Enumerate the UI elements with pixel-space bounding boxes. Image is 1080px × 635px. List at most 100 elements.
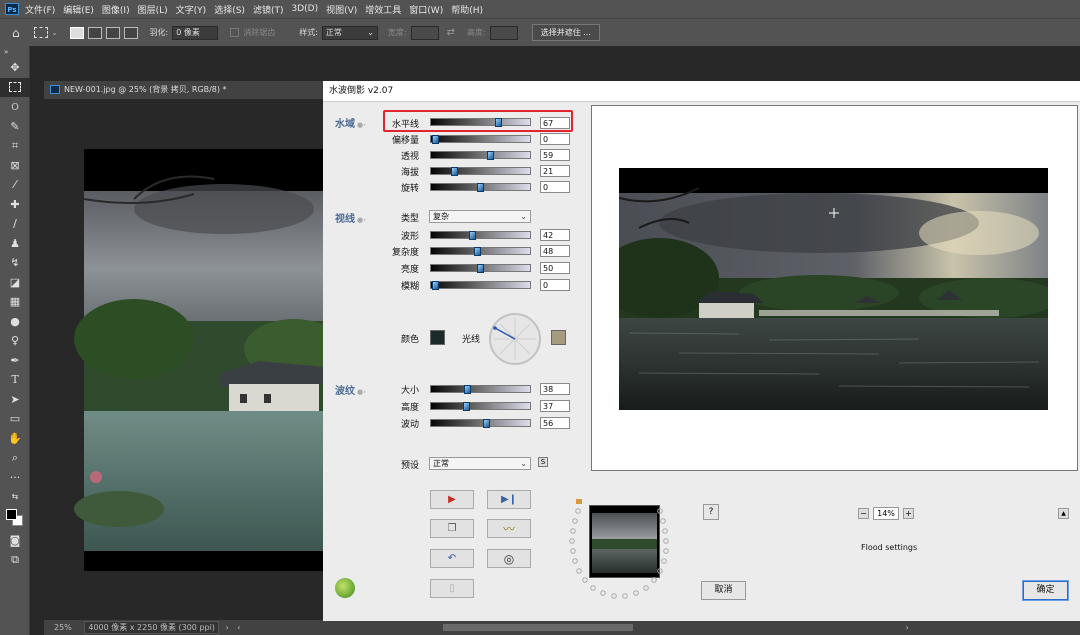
quick-mask-icon[interactable]: ◙ xyxy=(0,531,30,551)
more-tools-icon[interactable]: ··· xyxy=(0,468,30,488)
swap-colors-icon[interactable]: ⇆ xyxy=(0,487,30,507)
perspective-slider[interactable] xyxy=(430,151,531,160)
frame-tool-icon[interactable]: ⊠ xyxy=(0,156,30,176)
gradient-tool-icon[interactable]: ▦ xyxy=(0,292,30,312)
copy-layer-button[interactable]: ❐ xyxy=(430,519,474,538)
altitude-thumb[interactable] xyxy=(451,167,458,176)
page-button[interactable]: ▯ xyxy=(430,579,474,598)
rotation-slider[interactable] xyxy=(430,183,531,192)
history-brush-icon[interactable]: ↯ xyxy=(0,253,30,273)
horizontal-scrollbar[interactable] xyxy=(442,624,633,631)
wave-height-value[interactable]: 37 xyxy=(540,400,570,412)
height-input[interactable] xyxy=(489,25,518,40)
zoom-level[interactable]: 25% xyxy=(54,623,72,632)
chevron-right-icon[interactable]: › xyxy=(225,623,228,632)
select-and-mask-button[interactable]: 选择并遮住 ... xyxy=(531,24,600,41)
healing-brush-icon[interactable]: ✚ xyxy=(0,195,30,215)
path-select-icon[interactable]: ➤ xyxy=(0,390,30,410)
blur-value[interactable]: 0 xyxy=(540,279,570,291)
complexity-thumb[interactable] xyxy=(474,247,481,256)
collapse-icon[interactable]: » xyxy=(0,46,30,58)
complexity-value[interactable]: 48 xyxy=(540,245,570,257)
marquee-tool-icon[interactable] xyxy=(0,77,30,97)
marquee-preset-icon[interactable] xyxy=(33,27,48,38)
foreground-color[interactable] xyxy=(6,508,17,520)
antialias-checkbox[interactable] xyxy=(230,28,240,37)
wave-size-thumb[interactable] xyxy=(464,385,471,394)
lasso-tool-icon[interactable]: ଠ xyxy=(0,97,30,117)
stamp-tool-icon[interactable]: ♟ xyxy=(0,234,30,254)
view-type-select[interactable]: 复杂 ⌄ xyxy=(429,210,531,223)
perspective-value[interactable]: 59 xyxy=(540,149,570,161)
menu-help[interactable]: 帮助(H) xyxy=(451,3,483,16)
brightness-value[interactable]: 50 xyxy=(540,262,570,274)
help-button[interactable]: ? xyxy=(703,504,719,520)
altitude-slider[interactable] xyxy=(430,167,531,176)
collapse-panel-button[interactable]: ▲ xyxy=(1058,508,1069,519)
swap-icon[interactable]: ⇄ xyxy=(447,27,455,38)
ripple-slider[interactable] xyxy=(430,419,531,428)
brightness-thumb[interactable] xyxy=(477,264,484,273)
screen-mode-icon[interactable]: ⧉ xyxy=(0,550,30,570)
feather-input[interactable]: 0 像素 xyxy=(172,25,219,40)
menu-layer[interactable]: 图层(L) xyxy=(138,3,168,16)
home-icon[interactable]: ⌂ xyxy=(12,26,20,40)
style-select[interactable]: 正常 ⌄ xyxy=(321,25,378,40)
document-canvas[interactable] xyxy=(44,99,323,621)
menu-filter[interactable]: 滤镜(T) xyxy=(253,3,284,16)
rectangle-tool-icon[interactable]: ▭ xyxy=(0,409,30,429)
scroll-left-icon[interactable]: ‹ xyxy=(237,623,240,632)
zoom-tool-icon[interactable]: ⌕ xyxy=(0,448,30,468)
wave-size-value[interactable]: 38 xyxy=(540,383,570,395)
play-forward-button[interactable]: ▶ xyxy=(430,490,474,509)
menu-view[interactable]: 视图(V) xyxy=(326,3,357,16)
ripple-thumb[interactable] xyxy=(483,419,490,428)
wave-style-button[interactable]: 〰 xyxy=(487,519,531,538)
waveform-thumb[interactable] xyxy=(469,231,476,240)
color-swatches[interactable] xyxy=(0,507,30,531)
menu-3d[interactable]: 3D(D) xyxy=(291,4,318,14)
ok-button[interactable]: 确定 xyxy=(1022,580,1069,601)
perspective-thumb[interactable] xyxy=(487,151,494,160)
scroll-right-icon[interactable]: › xyxy=(906,623,909,632)
menu-window[interactable]: 窗口(W) xyxy=(409,3,443,16)
hand-tool-icon[interactable]: ✋ xyxy=(0,429,30,449)
menu-type[interactable]: 文字(Y) xyxy=(176,3,207,16)
eyedropper-tool-icon[interactable]: ⁄ xyxy=(0,175,30,195)
width-input[interactable] xyxy=(410,25,439,40)
blur-slider[interactable] xyxy=(430,281,531,290)
offset-thumb[interactable] xyxy=(432,135,439,144)
eraser-tool-icon[interactable]: ◪ xyxy=(0,273,30,293)
preset-select[interactable]: 正常 ⌄ xyxy=(429,457,531,470)
step-forward-button[interactable]: ▶❙ xyxy=(487,490,531,509)
document-tab[interactable]: NEW-001.jpg @ 25% (背景 拷贝, RGB/8) * xyxy=(44,81,323,99)
wave-height-slider[interactable] xyxy=(430,402,531,411)
waveform-value[interactable]: 42 xyxy=(540,229,570,241)
move-tool-icon[interactable]: ✥ xyxy=(0,58,30,78)
menu-file[interactable]: 文件(F) xyxy=(25,3,55,16)
light-color-swatch[interactable] xyxy=(551,330,566,345)
blur-thumb[interactable] xyxy=(432,281,439,290)
menu-edit[interactable]: 编辑(E) xyxy=(63,3,94,16)
reset-button[interactable]: ◎ xyxy=(487,549,531,568)
add-selection-icon[interactable] xyxy=(87,26,102,39)
doc-info[interactable]: 4000 像素 x 2250 像素 (300 ppi) xyxy=(84,621,219,634)
dodge-tool-icon[interactable]: ♀ xyxy=(0,331,30,351)
type-tool-icon[interactable]: T xyxy=(0,370,30,390)
new-selection-icon[interactable] xyxy=(69,26,84,39)
waveform-slider[interactable] xyxy=(430,231,531,240)
wave-size-slider[interactable] xyxy=(430,385,531,394)
blur-tool-icon[interactable]: ● xyxy=(0,312,30,332)
offset-slider[interactable] xyxy=(430,135,531,144)
wave-height-thumb[interactable] xyxy=(463,402,470,411)
preview-panel[interactable] xyxy=(591,105,1078,471)
rotation-value[interactable]: 0 xyxy=(540,181,570,193)
chevron-down-icon[interactable]: ⌄ xyxy=(52,29,58,37)
light-direction-dial[interactable] xyxy=(488,312,542,366)
cancel-button[interactable]: 取消 xyxy=(701,581,746,600)
menu-plugins[interactable]: 增效工具 xyxy=(365,3,401,16)
intersect-selection-icon[interactable] xyxy=(123,26,138,39)
brush-tool-icon[interactable]: ∕ xyxy=(0,214,30,234)
ripple-value[interactable]: 56 xyxy=(540,417,570,429)
menu-select[interactable]: 选择(S) xyxy=(214,3,245,16)
